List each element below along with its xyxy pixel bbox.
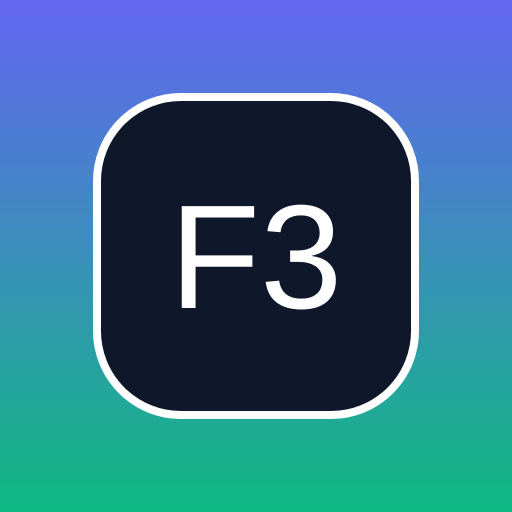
gradient-background: F3 [0,0,512,512]
key-label: F3 [169,175,343,340]
f3-key-button[interactable]: F3 [93,93,419,419]
